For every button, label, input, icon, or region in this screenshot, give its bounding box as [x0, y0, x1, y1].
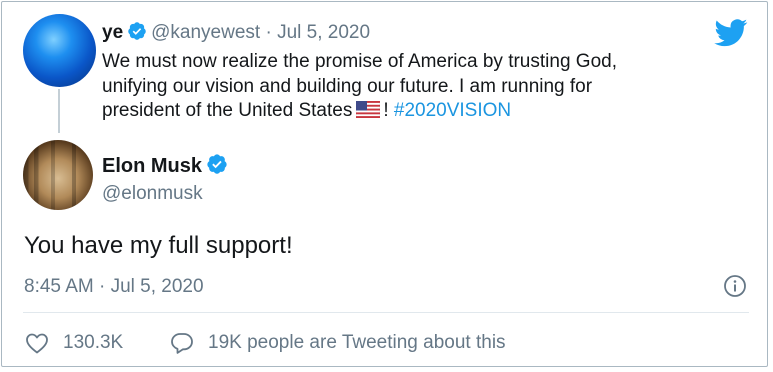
tweet-text: You have my full support!: [24, 232, 293, 259]
quoted-tweet-date[interactable]: Jul 5, 2020: [277, 22, 370, 43]
quoted-tweet-text: We must now realize the promise of Ameri…: [102, 50, 662, 124]
quoted-tweet-exclamation: !: [383, 100, 389, 121]
header-separator: ·: [265, 22, 272, 43]
thread-connector-line: [58, 89, 60, 133]
twitter-bird-icon[interactable]: [714, 19, 748, 47]
us-flag-emoji: [356, 100, 381, 119]
heart-icon: [26, 333, 48, 354]
info-icon[interactable]: [723, 274, 747, 298]
author-name-text[interactable]: Elon Musk: [102, 155, 202, 177]
quoted-author-handle[interactable]: @kanyewest: [151, 22, 260, 43]
avatar-ye[interactable]: [23, 14, 96, 87]
author-name: Elon Musk: [102, 153, 232, 181]
tweet-timestamp[interactable]: 8:45 AM · Jul 5, 2020: [24, 276, 204, 298]
avatar-elon-musk[interactable]: [23, 140, 93, 210]
verified-badge-icon: [127, 21, 147, 48]
conversation-text: 19K people are Tweeting about this: [208, 332, 506, 353]
conversation-link[interactable]: 19K people are Tweeting about this: [170, 332, 506, 354]
tweet-card: ye @kanyewest · Jul 5, 2020 We must now r…: [1, 1, 768, 367]
quoted-tweet-header: ye @kanyewest · Jul 5, 2020: [102, 21, 370, 48]
like-count: 130.3K: [63, 332, 124, 353]
quoted-author-name[interactable]: ye: [102, 22, 123, 43]
hashtag-link[interactable]: #2020VISION: [394, 100, 511, 121]
divider: [23, 312, 749, 313]
verified-badge-icon: [206, 153, 228, 181]
author-handle[interactable]: @elonmusk: [102, 183, 203, 205]
speech-bubble-icon: [171, 333, 193, 354]
like-button[interactable]: 130.3K: [25, 332, 123, 354]
